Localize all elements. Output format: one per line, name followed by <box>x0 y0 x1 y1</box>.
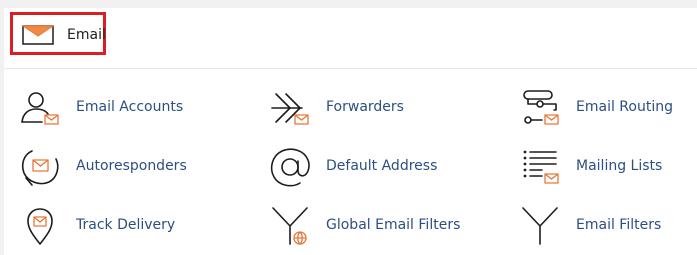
email-accounts-icon <box>21 92 59 125</box>
mailing-lists-link[interactable]: Mailing Lists <box>518 145 688 189</box>
email-routing-icon <box>523 90 559 125</box>
email-section-highlight[interactable]: Email <box>10 12 106 55</box>
email-accounts-link[interactable]: Email Accounts <box>18 86 218 130</box>
email-routing-link[interactable]: Email Routing <box>518 86 688 130</box>
autoresponders-link[interactable]: Autoresponders <box>18 145 218 189</box>
track-delivery-icon <box>27 208 53 245</box>
global-email-filters-link[interactable]: Global Email Filters <box>268 204 468 248</box>
default-address-link[interactable]: Default Address <box>268 145 468 189</box>
email-filters-link[interactable]: Email Filters <box>518 204 688 248</box>
email-section-header[interactable]: Email <box>4 8 697 69</box>
item-label: Forwarders <box>326 99 404 115</box>
item-label: Autoresponders <box>76 158 187 174</box>
item-label: Global Email Filters <box>326 217 461 233</box>
envelope-icon <box>22 25 54 45</box>
section-title: Email <box>67 27 106 43</box>
email-filters-icon <box>522 207 558 245</box>
item-label: Email Filters <box>576 217 662 233</box>
mailing-lists-icon <box>523 150 559 184</box>
autoresponders-icon <box>21 150 59 186</box>
item-label: Email Accounts <box>76 99 184 115</box>
track-delivery-link[interactable]: Track Delivery <box>18 204 218 248</box>
item-label: Default Address <box>326 158 438 174</box>
forwarders-icon <box>271 93 309 125</box>
email-section-panel: Email Email Accounts Forwarders Email Ro… <box>4 8 697 255</box>
global-email-filters-icon <box>272 207 308 245</box>
item-label: Email Routing <box>576 99 673 115</box>
default-address-icon <box>270 148 310 187</box>
forwarders-link[interactable]: Forwarders <box>268 86 468 130</box>
item-label: Mailing Lists <box>576 158 663 174</box>
item-label: Track Delivery <box>76 217 176 233</box>
